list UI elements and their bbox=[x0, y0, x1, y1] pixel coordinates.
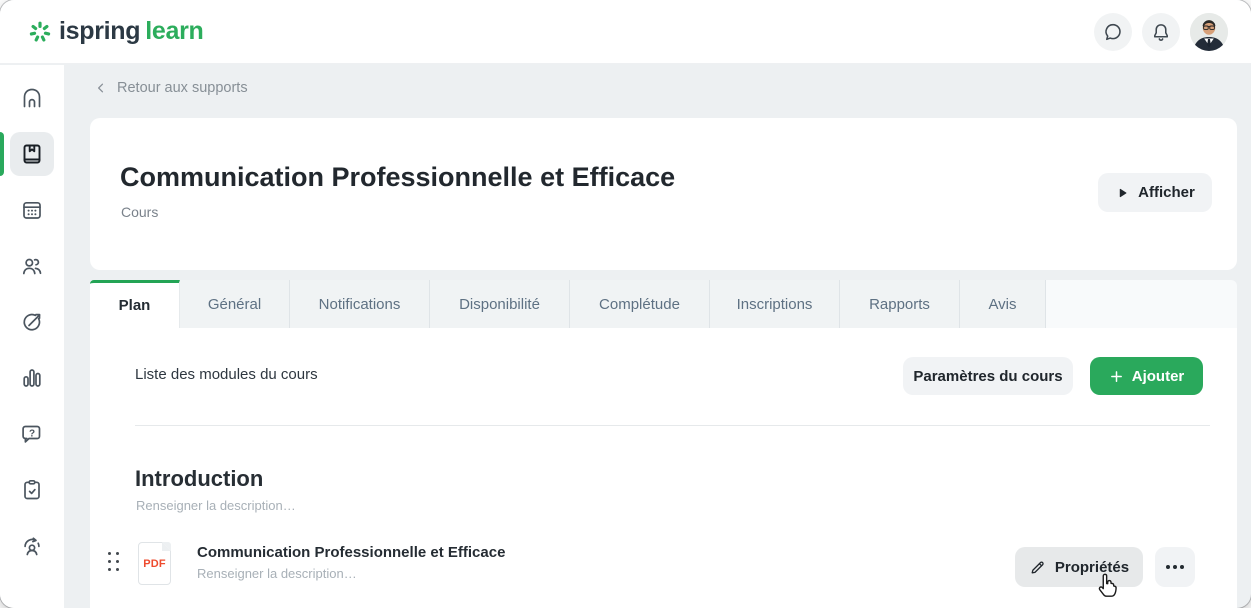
tab-disponibilite[interactable]: Disponibilité bbox=[430, 280, 570, 328]
tab-general[interactable]: Général bbox=[180, 280, 290, 328]
svg-text:?: ? bbox=[29, 428, 35, 439]
module-title[interactable]: Communication Professionnelle et Efficac… bbox=[197, 544, 505, 561]
module-description-placeholder[interactable]: Renseigner la description… bbox=[197, 566, 357, 581]
breadcrumb-back-link[interactable]: Retour aux supports bbox=[94, 80, 248, 96]
plan-tab-panel: Liste des modules du cours Paramètres du… bbox=[90, 328, 1237, 608]
book-courses-icon bbox=[20, 142, 44, 166]
page-title: Communication Professionnelle et Efficac… bbox=[120, 162, 675, 193]
sidebar-item-assignments[interactable] bbox=[10, 468, 54, 512]
tab-completude[interactable]: Complétude bbox=[570, 280, 710, 328]
sidebar: ? bbox=[0, 65, 64, 608]
module-more-options-button[interactable] bbox=[1155, 547, 1195, 587]
toolbar-divider bbox=[135, 425, 1210, 426]
app-window: ispring learn bbox=[0, 0, 1251, 608]
plus-icon bbox=[1109, 369, 1124, 384]
avatar[interactable] bbox=[1190, 13, 1228, 51]
sidebar-item-reports[interactable] bbox=[10, 356, 54, 400]
sidebar-item-training[interactable] bbox=[10, 524, 54, 568]
logo[interactable]: ispring learn bbox=[28, 17, 204, 46]
clipboard-check-icon bbox=[20, 478, 44, 502]
tab-bar-filler bbox=[1046, 280, 1237, 328]
view-course-button[interactable]: Afficher bbox=[1098, 173, 1212, 212]
sidebar-item-calendar[interactable] bbox=[10, 188, 54, 232]
drag-handle[interactable] bbox=[108, 552, 121, 576]
ispring-logo-icon bbox=[28, 20, 52, 44]
bell-icon bbox=[1150, 21, 1172, 43]
header-actions bbox=[1094, 0, 1228, 64]
sidebar-item-home[interactable] bbox=[10, 76, 54, 120]
chevron-left-icon bbox=[94, 81, 108, 95]
breadcrumb-label: Retour aux supports bbox=[117, 80, 248, 96]
tab-notifications[interactable]: Notifications bbox=[290, 280, 430, 328]
brand-name-primary: ispring bbox=[59, 17, 140, 46]
modules-list-heading: Liste des modules du cours bbox=[135, 366, 318, 384]
tab-bar: Plan Général Notifications Disponibilité… bbox=[90, 280, 1237, 328]
tab-avis[interactable]: Avis bbox=[960, 280, 1046, 328]
add-module-button[interactable]: Ajouter bbox=[1090, 357, 1203, 395]
pencil-icon bbox=[1029, 559, 1046, 576]
home-icon bbox=[20, 86, 44, 110]
section-title: Introduction bbox=[135, 466, 263, 492]
pdf-file-badge: PDF bbox=[143, 558, 166, 570]
sidebar-item-questions[interactable]: ? bbox=[10, 412, 54, 456]
add-module-label: Ajouter bbox=[1132, 368, 1185, 385]
ellipsis-icon bbox=[1166, 565, 1170, 569]
brand-name-secondary: learn bbox=[145, 17, 203, 46]
messages-button[interactable] bbox=[1094, 13, 1132, 51]
sidebar-item-courses[interactable] bbox=[10, 132, 54, 176]
tab-inscriptions[interactable]: Inscriptions bbox=[710, 280, 840, 328]
question-bubble-icon: ? bbox=[20, 422, 44, 446]
sidebar-item-goals[interactable] bbox=[10, 300, 54, 344]
calendar-icon bbox=[20, 198, 44, 222]
person-gauge-icon bbox=[20, 534, 44, 558]
pdf-file-icon: PDF bbox=[138, 542, 171, 585]
goal-target-icon bbox=[20, 310, 44, 334]
module-properties-label: Propriétés bbox=[1055, 559, 1129, 576]
course-settings-button[interactable]: Paramètres du cours bbox=[903, 357, 1073, 395]
section-description-placeholder[interactable]: Renseigner la description… bbox=[136, 498, 296, 513]
sidebar-item-users[interactable] bbox=[10, 244, 54, 288]
top-header: ispring learn bbox=[0, 0, 1251, 64]
module-row: PDF Communication Professionnelle et Eff… bbox=[90, 535, 1237, 595]
course-header-card: Communication Professionnelle et Efficac… bbox=[90, 118, 1237, 270]
view-course-label: Afficher bbox=[1138, 184, 1195, 201]
course-type-label: Cours bbox=[121, 204, 158, 220]
play-icon bbox=[1115, 186, 1129, 200]
users-icon bbox=[20, 254, 44, 278]
module-properties-button[interactable]: Propriétés bbox=[1015, 547, 1143, 587]
chat-icon bbox=[1102, 21, 1124, 43]
notifications-button[interactable] bbox=[1142, 13, 1180, 51]
tab-rapports[interactable]: Rapports bbox=[840, 280, 960, 328]
bar-chart-reports-icon bbox=[20, 366, 44, 390]
tab-plan[interactable]: Plan bbox=[90, 280, 180, 328]
